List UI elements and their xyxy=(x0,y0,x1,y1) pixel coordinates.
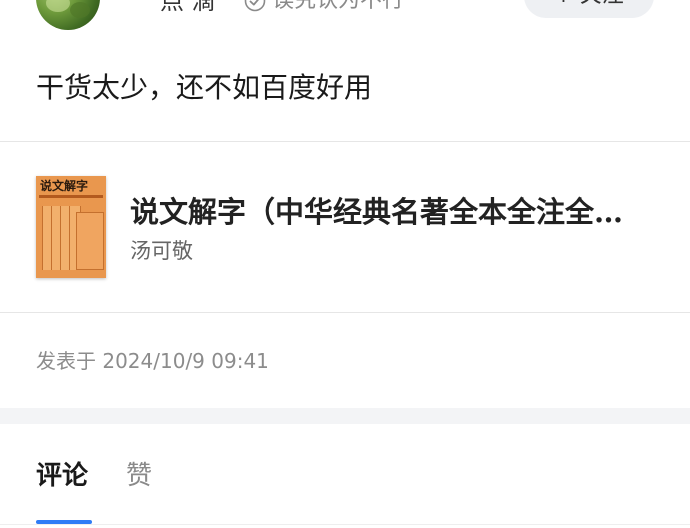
section-separator xyxy=(0,408,690,424)
tab-bar: 评论 赞 xyxy=(0,424,690,528)
check-circle-icon xyxy=(244,0,266,12)
post-header: 点 滴 误究认为不行 + 关注 xyxy=(0,0,690,40)
post-text: 干货太少，还不如百度好用 xyxy=(36,71,373,104)
cover-front-volume xyxy=(76,212,104,270)
cover-stripe xyxy=(39,195,103,198)
book-author: 汤可敬 xyxy=(130,239,193,263)
cover-title: 说文解字 xyxy=(40,179,89,193)
book-cover[interactable]: 说文解字 xyxy=(36,176,106,278)
cover-volumes xyxy=(42,206,104,270)
author-note: 误究认为不行 xyxy=(272,0,405,13)
post-detail-page: 点 滴 误究认为不行 + 关注 干货太少，还不如百度好用 说文解字 说文解字（中… xyxy=(0,0,690,528)
tab-comments[interactable]: 评论 xyxy=(36,456,88,496)
author-name[interactable]: 点 滴 xyxy=(160,0,216,16)
divider xyxy=(0,312,690,313)
tab-likes[interactable]: 赞 xyxy=(126,456,152,496)
avatar[interactable] xyxy=(36,0,100,30)
follow-button[interactable]: + 关注 xyxy=(524,0,654,18)
publish-time: 发表于 2024/10/9 09:41 xyxy=(36,349,269,373)
book-title[interactable]: 说文解字（中华经典名著全本全注全… xyxy=(130,192,650,232)
divider xyxy=(0,524,690,525)
book-card[interactable]: 说文解字 说文解字（中华经典名著全本全注全… 汤可敬 xyxy=(0,142,690,312)
